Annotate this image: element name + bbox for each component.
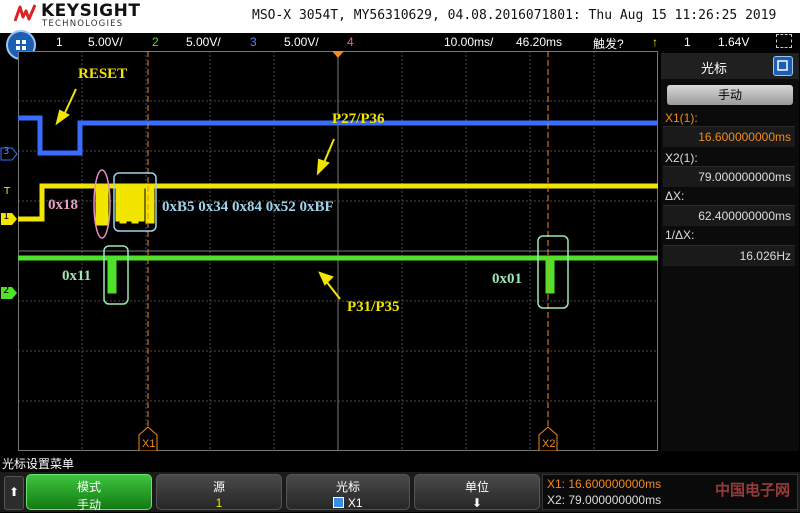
x1-label: X1(1): — [665, 111, 698, 125]
cursor-panel: 光标 手动 X1(1): 16.600000000ms X2(1): 79.00… — [661, 53, 799, 451]
inv-delta-x-label: 1/ΔX: — [665, 228, 695, 242]
annotation-0x01: 0x01 — [492, 271, 522, 287]
x1-value-box: 16.600000000ms — [663, 126, 795, 147]
annotation-reset: RESET — [78, 66, 128, 82]
delta-x-value: 62.400000000ms — [698, 209, 791, 223]
trigger-edge-icon: ↑ — [652, 35, 658, 49]
softkey-source-value: 1 — [215, 496, 223, 510]
screen-capture-icon[interactable] — [776, 34, 792, 48]
keysight-logo-icon — [14, 4, 36, 22]
x2-label: X2(1): — [665, 151, 698, 165]
cursor-panel-header: 光标 — [661, 53, 799, 79]
readout-x1: X1: 16.600000000ms — [547, 477, 662, 491]
softkey-mode-label: 模式 — [76, 480, 101, 494]
ch1-number[interactable]: 1 — [56, 35, 63, 49]
trigger-source[interactable]: 1 — [684, 35, 691, 49]
delta-x-label: ΔX: — [665, 189, 685, 203]
grid-icon — [16, 40, 26, 50]
brand-name: KEYSIGHT — [41, 1, 141, 21]
x1-value: 16.600000000ms — [698, 130, 791, 144]
cursor-x2-tag-label: X2 — [542, 438, 555, 450]
softkey-mode-value: 手动 — [76, 498, 101, 512]
x2-value: 79.000000000ms — [698, 170, 791, 184]
ch2-ground-marker[interactable]: 2 — [0, 285, 18, 299]
timebase-scale[interactable]: 10.00ms/ — [444, 35, 493, 49]
softkey-units-arrow-icon: ⬇ — [471, 496, 483, 510]
trigger-level[interactable]: 1.64V — [718, 35, 749, 49]
softkey-cursor-label: 光标 — [335, 480, 360, 494]
cursor-panel-menu-icon[interactable] — [773, 56, 793, 76]
softkey-units-label: 单位 — [464, 480, 489, 494]
inv-delta-x-value: 16.026Hz — [739, 249, 791, 263]
trigger-level-marker[interactable]: T — [4, 186, 10, 197]
menu-up-arrow-icon[interactable]: ⬆ — [4, 476, 24, 510]
ch1-ground-label: 1 — [3, 211, 10, 222]
ch3-scale[interactable]: 5.00V/ — [284, 35, 319, 49]
ch2-ground-label: 2 — [3, 285, 10, 296]
softkey-units[interactable]: 单位 ⬇ — [414, 474, 540, 510]
ch3-number[interactable]: 3 — [250, 35, 257, 49]
cursor-readout-box: X1: 16.600000000ms X2: 79.000000000ms 中国… — [542, 474, 798, 510]
softkey-menu-title-bar: 光标设置菜单 — [0, 452, 800, 472]
brand-subtitle: TECHNOLOGIES — [42, 19, 124, 29]
trigger-status: 触发? — [593, 37, 624, 51]
ch2-scale[interactable]: 5.00V/ — [186, 35, 221, 49]
timebase-delay[interactable]: 46.20ms — [516, 35, 562, 49]
ch4-number[interactable]: 4 — [347, 35, 354, 49]
cursor-x1-tag-label: X1 — [142, 438, 155, 450]
softkey-mode[interactable]: 模式 手动 — [26, 474, 152, 512]
softkey-bar: ⬆ 模式 手动 源 1 光标 X1 单位 ⬇ X1: 16.600000000m… — [0, 472, 800, 512]
cursor-panel-title: 光标 — [701, 62, 728, 77]
annotation-p31-p35: P31/P35 — [347, 299, 400, 315]
x2-value-box: 79.000000000ms — [663, 166, 795, 187]
watermark-text: 中国电子网 — [715, 482, 791, 499]
ch2-number[interactable]: 2 — [152, 35, 159, 49]
channel-status-bar: 1 5.00V/ 2 5.00V/ 3 5.00V/ 4 10.00ms/ 46… — [0, 33, 800, 51]
softkey-cursor[interactable]: 光标 X1 — [286, 474, 410, 510]
annotation-0x18: 0x18 — [48, 197, 78, 213]
readout-x2: X2: 79.000000000ms — [547, 493, 662, 507]
inv-delta-x-value-box: 16.026Hz — [663, 245, 795, 266]
ch1-ground-marker[interactable]: 1 — [0, 211, 18, 225]
softkey-cursor-value: X1 — [347, 496, 363, 510]
annotation-byte-sequence: 0xB5 0x34 0x84 0x52 0xBF — [162, 199, 334, 215]
scope-info: MSO-X 3054T, MY56310629, 04.08.201607180… — [252, 8, 777, 23]
softkey-source[interactable]: 源 1 — [156, 474, 282, 510]
softkey-menu-title: 光标设置菜单 — [2, 457, 75, 471]
delta-x-value-box: 62.400000000ms — [663, 205, 795, 226]
softkey-source-label: 源 — [212, 480, 225, 494]
annotation-p27-p36: P27/P36 — [332, 111, 385, 127]
cursor-mode-button[interactable]: 手动 — [667, 85, 793, 105]
ch3-ground-marker[interactable]: 3 — [0, 146, 18, 161]
ch3-ground-label: 3 — [3, 146, 10, 157]
cursor-select-checkbox-icon — [333, 497, 345, 508]
instrument-header: KEYSIGHT TECHNOLOGIES MSO-X 3054T, MY563… — [0, 0, 800, 33]
softkey-cursor-value-row: X1 — [287, 496, 409, 510]
ch1-scale[interactable]: 5.00V/ — [88, 35, 123, 49]
annotation-0x11: 0x11 — [62, 268, 92, 284]
